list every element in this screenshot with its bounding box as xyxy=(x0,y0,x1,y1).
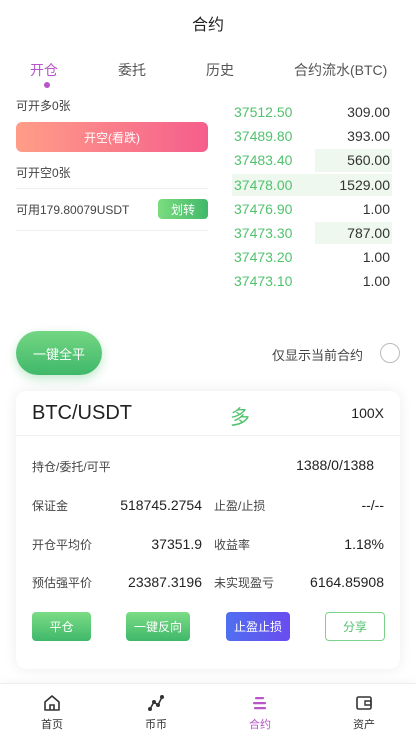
order-book-row[interactable]: 37489.80 393.00 xyxy=(232,124,392,148)
tab-orders[interactable]: 委托 xyxy=(118,60,146,80)
order-qty: 309.00 xyxy=(347,104,390,121)
order-price: 37489.80 xyxy=(234,128,293,145)
order-price: 37512.50 xyxy=(234,104,293,121)
contract-icon xyxy=(253,697,266,710)
home-icon xyxy=(44,695,60,711)
transfer-button[interactable]: 划转 xyxy=(158,199,208,219)
margin-label: 保证金 xyxy=(32,499,69,513)
order-book-row[interactable]: 37473.30 787.00 xyxy=(232,221,392,245)
order-price: 37483.40 xyxy=(234,152,293,169)
order-book-row[interactable]: 37478.00 1529.00 xyxy=(232,173,392,197)
can-open-short-label: 可开空0张 xyxy=(16,166,71,180)
tpsl-value: --/-- xyxy=(361,497,384,513)
order-qty: 560.00 xyxy=(347,152,390,169)
position-leverage: 100X xyxy=(351,405,384,421)
available-row: 可用179.80079USDT 划转 xyxy=(16,198,208,220)
close-all-button[interactable]: 一键全平 xyxy=(16,331,102,375)
position-direction: 多 xyxy=(230,407,250,429)
order-qty: 393.00 xyxy=(347,128,390,145)
order-price: 37473.10 xyxy=(234,273,293,290)
wallet-icon xyxy=(356,696,372,710)
card-divider xyxy=(16,435,400,436)
nav-contract[interactable]: 合约 xyxy=(208,684,312,737)
margin-value: 518745.2754 xyxy=(120,497,202,513)
liq-price-value: 23387.3196 xyxy=(128,574,202,590)
nav-home[interactable]: 首页 xyxy=(0,684,104,737)
order-qty: 787.00 xyxy=(347,225,390,242)
tab-open[interactable]: 开仓 xyxy=(30,60,58,80)
nav-spot-label: 币币 xyxy=(145,719,167,731)
order-book-row[interactable]: 37473.10 1.00 xyxy=(232,269,392,293)
nav-home-label: 首页 xyxy=(41,719,63,731)
order-book-row[interactable]: 37476.90 1.00 xyxy=(232,197,392,221)
header: 合约 xyxy=(0,0,416,46)
chart-icon xyxy=(148,695,164,711)
can-open-long-label: 可开多0张 xyxy=(16,99,71,113)
order-qty: 1529.00 xyxy=(339,176,390,193)
nav-assets-label: 资产 xyxy=(353,719,375,731)
order-book-row[interactable]: 37473.20 1.00 xyxy=(232,245,392,269)
order-price: 37478.00 xyxy=(234,176,293,193)
tab-history[interactable]: 历史 xyxy=(206,60,234,80)
tpsl-button[interactable]: 止盈止损 xyxy=(226,612,290,641)
share-button[interactable]: 分享 xyxy=(325,612,385,641)
liq-price-label: 预估强平价 xyxy=(32,576,93,590)
avg-price-label: 开仓平均价 xyxy=(32,538,93,552)
divider xyxy=(16,230,208,231)
order-book-row[interactable]: 37483.40 560.00 xyxy=(232,148,392,172)
nav-spot[interactable]: 币币 xyxy=(104,684,208,737)
divider xyxy=(16,188,208,189)
yield-label: 收益率 xyxy=(214,538,251,552)
order-book-row[interactable]: 37512.50 309.00 xyxy=(232,100,392,124)
only-current-label: 仅显示当前合约 xyxy=(272,348,364,363)
order-qty: 1.00 xyxy=(362,200,390,217)
order-qty: 1.00 xyxy=(362,249,390,266)
position-card: BTC/USDT 多 100X 持仓/委托/可平 1388/0/1388 保证金… xyxy=(16,391,400,669)
avg-price-value: 37351.9 xyxy=(151,536,202,552)
close-position-button[interactable]: 平仓 xyxy=(32,612,91,641)
tab-bar: 开仓 委托 历史 合约流水(BTC) xyxy=(0,50,416,90)
order-qty: 1.00 xyxy=(362,273,390,290)
page-title: 合约 xyxy=(191,17,224,34)
nav-contract-label: 合约 xyxy=(249,719,271,731)
order-price: 37473.20 xyxy=(234,249,293,266)
unrealized-value: 6164.85908 xyxy=(310,574,384,590)
open-short-button[interactable]: 开空(看跌) xyxy=(16,122,208,152)
order-price: 37476.90 xyxy=(234,200,293,217)
yield-value: 1.18% xyxy=(344,536,384,552)
only-current-radio[interactable] xyxy=(380,343,400,363)
hold-label: 持仓/委托/可平 xyxy=(32,460,111,474)
nav-assets[interactable]: 资产 xyxy=(312,684,416,737)
position-pair: BTC/USDT xyxy=(32,402,132,424)
unrealized-label: 未实现盈亏 xyxy=(214,576,275,590)
bottom-tab-bar: 首页 币币 合约 资产 xyxy=(0,683,416,737)
available-balance: 可用179.80079USDT xyxy=(16,202,130,217)
hold-value: 1388/0/1388 xyxy=(296,457,374,473)
order-book: 37512.50 309.00 37489.80 393.00 37483.40 560.… xyxy=(232,100,392,294)
active-tab-indicator xyxy=(44,82,50,88)
tpsl-label: 止盈/止损 xyxy=(214,499,266,513)
reverse-position-button[interactable]: 一键反向 xyxy=(126,612,190,641)
tab-contract-flow[interactable]: 合约流水(BTC) xyxy=(294,60,387,80)
order-price: 37473.30 xyxy=(234,225,293,242)
